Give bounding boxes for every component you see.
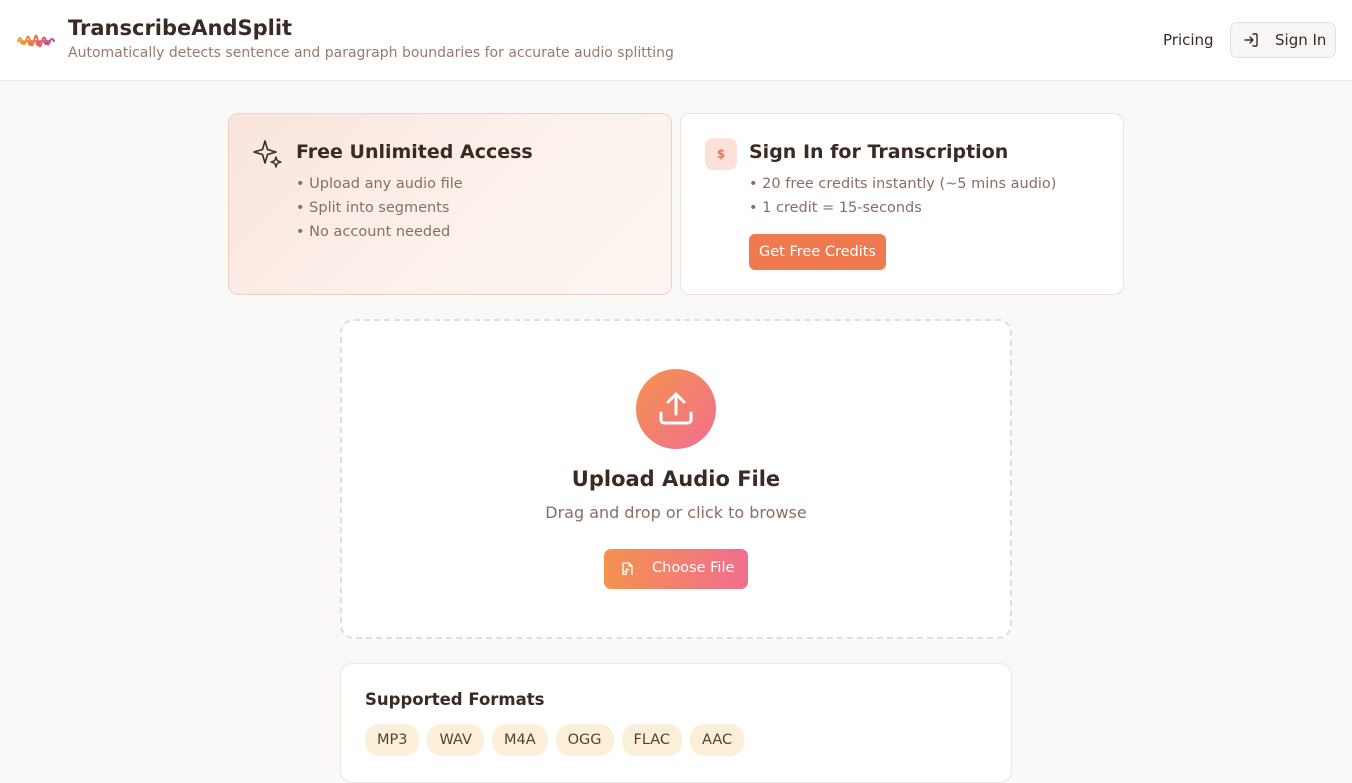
signin-transcription-card: $ Sign In for Transcription • 20 free cr… <box>680 113 1124 295</box>
audio-file-icon <box>622 562 633 576</box>
upload-hint: Drag and drop or click to browse <box>545 503 807 522</box>
list-item: • 1 credit = 15-seconds <box>749 200 922 216</box>
list-item: • Upload any audio file <box>296 176 463 192</box>
formats-title: Supported Formats <box>365 690 545 709</box>
choose-file-label: Choose File <box>652 560 735 576</box>
upload-title: Upload Audio File <box>571 467 781 491</box>
upload-icon-circle <box>636 369 716 449</box>
list-item: • Split into segments <box>296 200 450 216</box>
pricing-link[interactable]: Pricing <box>1163 31 1214 49</box>
free-card-list: • Upload any audio file • Split into seg… <box>296 174 463 246</box>
format-chip: WAV <box>427 724 484 756</box>
list-item: • No account needed <box>296 224 451 240</box>
free-card-title: Free Unlimited Access <box>296 141 533 163</box>
sparkles-icon <box>253 140 282 168</box>
format-chip: MP3 <box>365 724 420 756</box>
signin-card-list: • 20 free credits instantly (~5 mins aud… <box>749 174 1056 222</box>
signin-card-title: Sign In for Transcription <box>749 141 1009 163</box>
app-title: TranscribeAndSplit <box>68 16 293 40</box>
choose-file-button[interactable]: Choose File <box>604 549 748 589</box>
list-item: • 20 free credits instantly (~5 mins aud… <box>749 176 1057 192</box>
format-chip: OGG <box>555 724 614 756</box>
format-chips: MP3 WAV M4A OGG FLAC AAC <box>365 724 745 756</box>
waveform-logo-icon <box>17 34 55 48</box>
upload-dropzone[interactable]: Upload Audio File Drag and drop or click… <box>340 319 1012 639</box>
free-access-card: Free Unlimited Access • Upload any audio… <box>228 113 672 295</box>
upload-icon <box>659 392 693 425</box>
app-header: TranscribeAndSplit Automatically detects… <box>0 0 1352 81</box>
sign-in-arrow-icon <box>1244 33 1258 47</box>
supported-formats-panel: Supported Formats MP3 WAV M4A OGG FLAC A… <box>340 663 1012 783</box>
app-subtitle: Automatically detects sentence and parag… <box>68 45 674 61</box>
dollar-icon: $ <box>705 138 737 170</box>
sign-in-button[interactable]: Sign In <box>1230 22 1336 58</box>
format-chip: AAC <box>690 724 745 756</box>
get-free-credits-button[interactable]: Get Free Credits <box>749 234 886 270</box>
sign-in-label: Sign In <box>1275 31 1327 49</box>
format-chip: FLAC <box>621 724 683 756</box>
format-chip: M4A <box>491 724 548 756</box>
